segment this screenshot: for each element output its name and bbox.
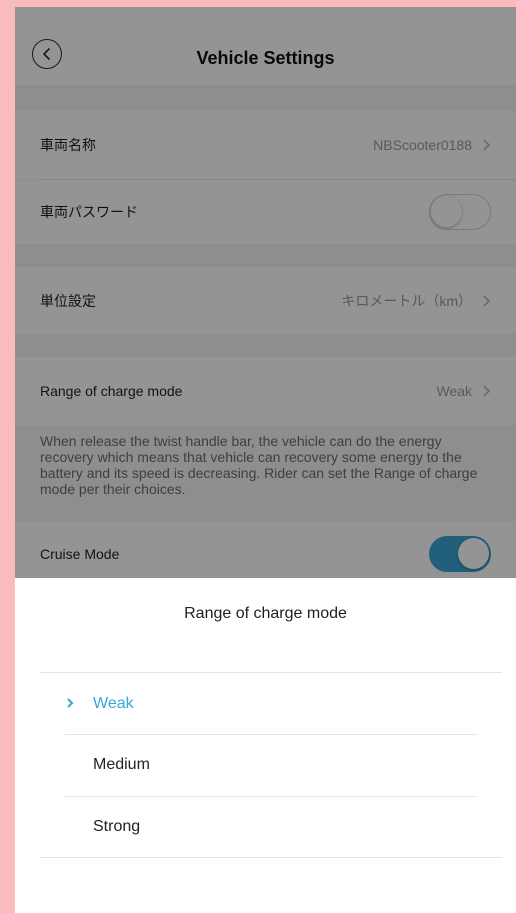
chevron-right-icon — [67, 698, 74, 708]
option-label: Weak — [93, 695, 134, 712]
option-label: Strong — [93, 818, 141, 835]
phone-screen: Vehicle Settings 車両名称 NBScooter0188 車両パス… — [15, 7, 516, 913]
sheet-divider — [40, 857, 502, 858]
sheet-divider — [40, 672, 502, 673]
option-weak[interactable]: Weak — [65, 674, 477, 734]
charge-mode-sheet: Range of charge mode Weak Medium Strong — [15, 578, 516, 913]
option-strong[interactable]: Strong — [65, 797, 477, 857]
option-label: Medium — [93, 756, 150, 773]
option-medium[interactable]: Medium — [65, 735, 477, 795]
sheet-title: Range of charge mode — [184, 605, 347, 622]
